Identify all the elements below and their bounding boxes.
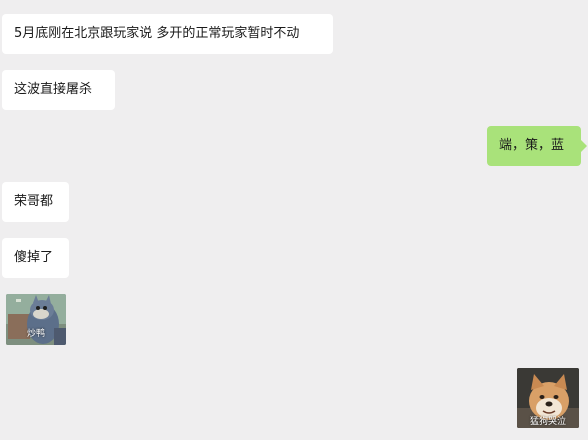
- message-text: 傻掉了: [14, 250, 54, 265]
- message-bubble-incoming[interactable]: 傻掉了: [2, 238, 69, 278]
- message-bubble-incoming[interactable]: 这波直接屠杀: [2, 70, 115, 110]
- tom-cat-sticker[interactable]: 炒鸭: [6, 294, 66, 345]
- message-text: 端，策，蓝: [499, 138, 565, 153]
- message-bubble-incoming[interactable]: 荣哥都: [2, 182, 69, 222]
- message-text: 5月底刚在北京跟玩家说 多开的正常玩家暂时不动: [14, 26, 300, 41]
- crying-shiba-dog-sticker[interactable]: 猛狗哭泣: [517, 368, 579, 428]
- sticker-caption: 炒鸭: [26, 329, 45, 339]
- chat-message-area: 5月底刚在北京跟玩家说 多开的正常玩家暂时不动 这波直接屠杀 端，策，蓝 荣哥都…: [0, 0, 588, 440]
- sticker-caption: 猛狗哭泣: [529, 417, 566, 427]
- message-text: 荣哥都: [14, 194, 54, 209]
- message-text: 这波直接屠杀: [14, 82, 93, 97]
- message-bubble-outgoing[interactable]: 端，策，蓝: [487, 126, 587, 166]
- message-bubble-incoming[interactable]: 5月底刚在北京跟玩家说 多开的正常玩家暂时不动: [2, 14, 333, 54]
